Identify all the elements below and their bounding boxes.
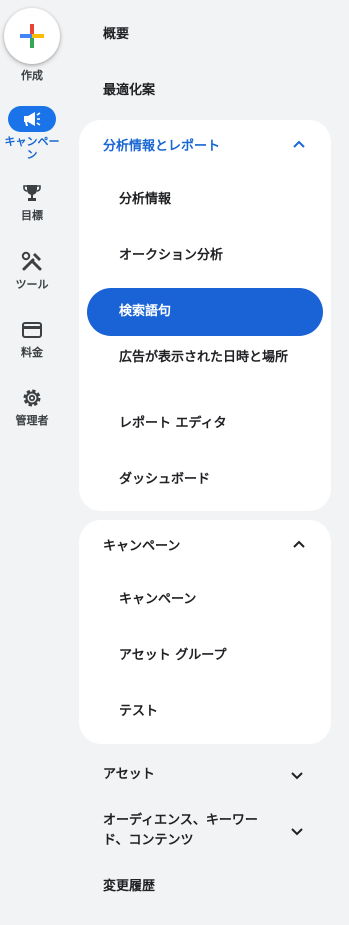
plus-icon: [20, 24, 44, 48]
rail-item-label: 管理者: [15, 414, 49, 427]
nav-item-when-where-ads-showed[interactable]: 広告が表示された日時と場所: [119, 348, 299, 368]
rail-item-campaigns[interactable]: キャンペーン: [0, 106, 64, 161]
nav-item-asset-groups[interactable]: アセット グループ: [119, 646, 319, 666]
nav-item-campaigns[interactable]: キャンペーン: [119, 590, 319, 610]
rail-item-billing[interactable]: 料金: [0, 317, 64, 359]
rail-item-tools[interactable]: ツール: [0, 249, 64, 291]
nav-item-auction-insights[interactable]: オークション分析: [119, 246, 319, 266]
credit-card-icon: [22, 322, 42, 338]
chevron-down-icon[interactable]: [289, 824, 305, 840]
nav-item-dashboards[interactable]: ダッシュボード: [119, 470, 319, 490]
gear-icon: [23, 389, 41, 407]
insights-reports-header[interactable]: 分析情報とレポート: [103, 135, 220, 154]
nav-overview[interactable]: 概要: [103, 23, 129, 42]
rail-item-label: キャンペーン: [4, 135, 60, 161]
chevron-up-icon[interactable]: [291, 536, 307, 552]
nav-assets[interactable]: アセット: [103, 765, 155, 785]
create-button[interactable]: [4, 8, 60, 64]
rail-item-label: ツール: [15, 278, 49, 291]
rail-item-goals[interactable]: 目標: [0, 180, 64, 222]
chevron-down-icon[interactable]: [289, 768, 305, 784]
nav-item-insights[interactable]: 分析情報: [119, 190, 319, 210]
megaphone-icon: [24, 112, 41, 126]
nav-change-history[interactable]: 変更履歴: [103, 877, 155, 897]
insights-reports-panel: 分析情報とレポート 分析情報 オークション分析 検索語句 広告が表示された日時と…: [79, 120, 331, 511]
nav-item-search-terms[interactable]: 検索語句: [87, 288, 323, 336]
nav-recommendations[interactable]: 最適化案: [103, 79, 155, 98]
nav-item-experiments[interactable]: テスト: [119, 702, 319, 722]
navigation-rail: 作成 キャンペーン 目標 ツール 料金 管理者: [0, 0, 64, 925]
trophy-icon: [23, 185, 41, 201]
nav-audiences-keywords-content[interactable]: オーディエンス、キーワード、コンテンツ: [103, 811, 283, 851]
rail-item-label: 目標: [21, 209, 43, 222]
nav-item-report-editor[interactable]: レポート エディタ: [119, 414, 319, 434]
chevron-up-icon[interactable]: [291, 136, 307, 152]
campaigns-panel: キャンペーン キャンペーン アセット グループ テスト: [79, 520, 331, 744]
create-label: 作成: [21, 69, 43, 82]
tools-icon: [21, 251, 42, 271]
nav-item-label: 検索語句: [119, 304, 172, 319]
rail-item-label: 料金: [21, 346, 43, 359]
rail-item-admin[interactable]: 管理者: [0, 385, 64, 427]
campaigns-header[interactable]: キャンペーン: [103, 535, 180, 554]
